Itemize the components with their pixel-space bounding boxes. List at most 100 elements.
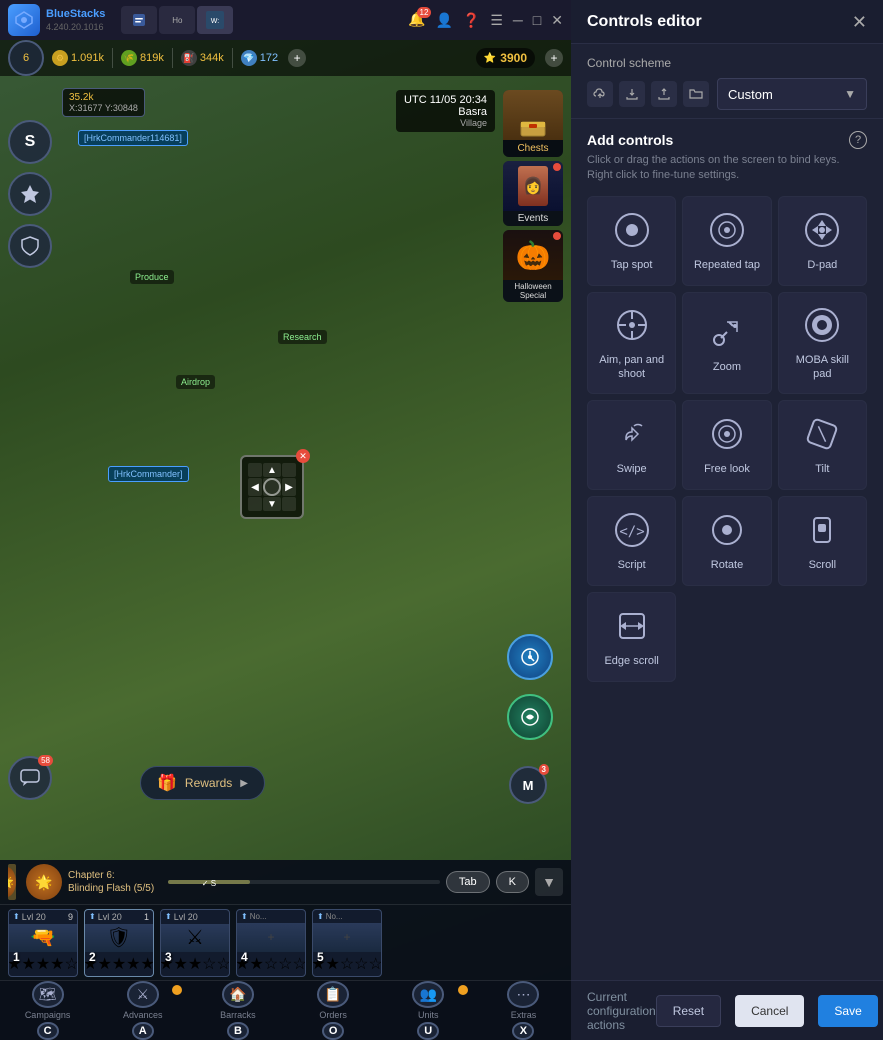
tab-key-button[interactable]: Tab (446, 871, 490, 893)
add-controls-desc: Click or drag the actions on the screen … (587, 153, 867, 184)
unit-slot-5[interactable]: No... + 5 ★★☆☆☆ (312, 909, 382, 977)
unit-slot-4[interactable]: No... + 4 ★★☆☆☆ (236, 909, 306, 977)
maximize-button[interactable]: □ (533, 12, 541, 28)
zoom-control[interactable]: Zoom (682, 292, 771, 395)
game-tab-2[interactable]: W: (197, 6, 233, 34)
tilt-control[interactable]: Tilt (778, 400, 867, 490)
add-controls-title: Add controls (587, 132, 849, 148)
rewards-button[interactable]: 🎁 Rewards ▶ (140, 766, 265, 800)
game-tab-1[interactable]: Ho (159, 6, 195, 34)
scheme-dropdown[interactable]: Custom ▼ (717, 78, 867, 110)
unit-slot-2[interactable]: Lvl 20 🛡 2 ★★★★★ 1 (84, 909, 154, 977)
aim-label: Aim, pan and shoot (596, 353, 667, 382)
gems-resource: 💎 172 (241, 50, 278, 66)
game-left-buttons: S (8, 120, 52, 268)
edge-scroll-control[interactable]: Edge scroll (587, 592, 676, 682)
dpad-close-button[interactable]: ✕ (296, 449, 310, 463)
chapter-row: 🌟 🌟 Chapter 6: Blinding Flash (5/5) ✓ S … (0, 860, 571, 904)
special-resource: 3900 (500, 51, 527, 65)
dpad-widget[interactable]: ✕ ▲ ◀ ▶ ▼ (240, 455, 304, 519)
free-look-control[interactable]: Free look (682, 400, 771, 490)
download-button[interactable] (619, 81, 645, 107)
dpad-center[interactable] (263, 478, 281, 496)
player-power-tag: 35.2k X:31677 Y:30848 (62, 88, 145, 117)
profile-icon[interactable]: 👤 (435, 12, 452, 29)
scroll-control[interactable]: Scroll (778, 496, 867, 586)
svg-text:W:: W: (211, 18, 219, 25)
action-button-1[interactable] (507, 634, 553, 680)
nav-campaigns[interactable]: 🗺 Campaigns C (0, 981, 95, 1040)
repeated-tap-control[interactable]: Repeated tap (682, 196, 771, 286)
script-control[interactable]: </> Script (587, 496, 676, 586)
swipe-label: Swipe (617, 462, 647, 476)
minimize-button[interactable]: ─ (513, 12, 523, 28)
nav-barracks[interactable]: 🏠 Barracks B (190, 981, 285, 1040)
dpad-down-right[interactable] (282, 497, 296, 511)
resource-bar: 6 ⚙ 1.091k 🌾 819k ⛽ 344k 💎 172 + ⭐ 3900 … (0, 40, 571, 76)
tap-spot-control[interactable]: Tap spot (587, 196, 676, 286)
nav-advances[interactable]: ⚔ Advances A (95, 981, 190, 1040)
chests-tab[interactable]: Chests (503, 90, 563, 157)
action-button-2[interactable] (507, 694, 553, 740)
add-special-button[interactable]: + (545, 49, 563, 67)
rotate-label: Rotate (711, 558, 743, 572)
nav-units[interactable]: 👥 Units U (381, 981, 476, 1040)
moba-control[interactable]: MOBA skill pad (778, 292, 867, 395)
dpad-up-right[interactable] (282, 463, 296, 477)
halloween-tab[interactable]: 🎃 HalloweenSpecial (503, 230, 563, 302)
rotate-control[interactable]: Rotate (682, 496, 771, 586)
k-key-button[interactable]: K (496, 871, 529, 893)
panel-close-button[interactable]: ✕ (852, 13, 867, 31)
controls-grid: Tap spot Repeated tap (587, 196, 867, 683)
dpad-down-left[interactable] (248, 497, 262, 511)
free-look-icon (707, 414, 747, 454)
dpad-icon (802, 210, 842, 250)
s-button[interactable]: S (8, 120, 52, 164)
nav-orders[interactable]: 📋 Orders O (286, 981, 381, 1040)
home-tab[interactable] (121, 6, 157, 34)
help-icon[interactable]: ❓ (463, 12, 480, 29)
reset-button[interactable]: Reset (656, 995, 721, 1027)
upload-button[interactable] (651, 81, 677, 107)
menu-icon[interactable]: ☰ (490, 12, 503, 29)
dpad-down[interactable]: ▼ (263, 497, 281, 511)
save-button[interactable]: Save (818, 995, 877, 1027)
bottom-arrow-button[interactable]: ▼ (535, 868, 563, 896)
zoom-icon (707, 312, 747, 352)
dpad-up-left[interactable] (248, 463, 262, 477)
dpad-right[interactable]: ▶ (282, 478, 296, 496)
folder-button[interactable] (683, 81, 709, 107)
chat-button[interactable]: 58 (8, 756, 52, 800)
close-window-button[interactable]: ✕ (551, 12, 563, 29)
cloud-upload-button[interactable] (587, 81, 613, 107)
title-bar: BlueStacks 4.240.20.1016 Ho W: 🔔 12 👤 ❓ … (0, 0, 571, 40)
scroll-icon (802, 510, 842, 550)
panel-action-buttons: Reset Cancel Save (656, 995, 878, 1027)
unit-slot-3[interactable]: Lvl 20 ⚔ 3 ★★★☆☆ (160, 909, 230, 977)
aim-pan-shoot-control[interactable]: Aim, pan and shoot (587, 292, 676, 395)
add-controls-section: Add controls ? Click or drag the actions… (571, 119, 883, 980)
unit-slot-1[interactable]: Lvl 20 🔫 1 ★★★★☆ 9 (8, 909, 78, 977)
food-resource: 🌾 819k (121, 50, 164, 66)
help-button[interactable]: ? (849, 131, 867, 149)
tap-spot-icon (612, 210, 652, 250)
nav-extras[interactable]: ⋯ Extras X (476, 981, 571, 1040)
m-button[interactable]: M 3 (509, 766, 547, 804)
swipe-control[interactable]: Swipe (587, 400, 676, 490)
chests-tab-label: Chests (503, 140, 563, 157)
cancel-button[interactable]: Cancel (735, 995, 804, 1027)
dpad-left[interactable]: ◀ (248, 478, 262, 496)
dpad-control[interactable]: D-pad (778, 196, 867, 286)
edge-scroll-icon (612, 606, 652, 646)
tilt-label: Tilt (815, 462, 829, 476)
add-controls-header: Add controls ? (587, 131, 867, 149)
dpad-up[interactable]: ▲ (263, 463, 281, 477)
add-resources-button[interactable]: + (288, 49, 306, 67)
side-tabs: Chests 👩 Events 🎃 HalloweenSpecial (503, 90, 563, 302)
shield-button[interactable] (8, 224, 52, 268)
notification-bell[interactable]: 🔔 12 (408, 11, 425, 29)
svg-text:</>: </> (619, 524, 644, 540)
units-row: Lvl 20 🔫 1 ★★★★☆ 9 Lvl 20 🛡 2 ★★★★★ 1 Lv… (0, 904, 571, 980)
rank-button[interactable] (8, 172, 52, 216)
events-tab[interactable]: 👩 Events (503, 161, 563, 226)
